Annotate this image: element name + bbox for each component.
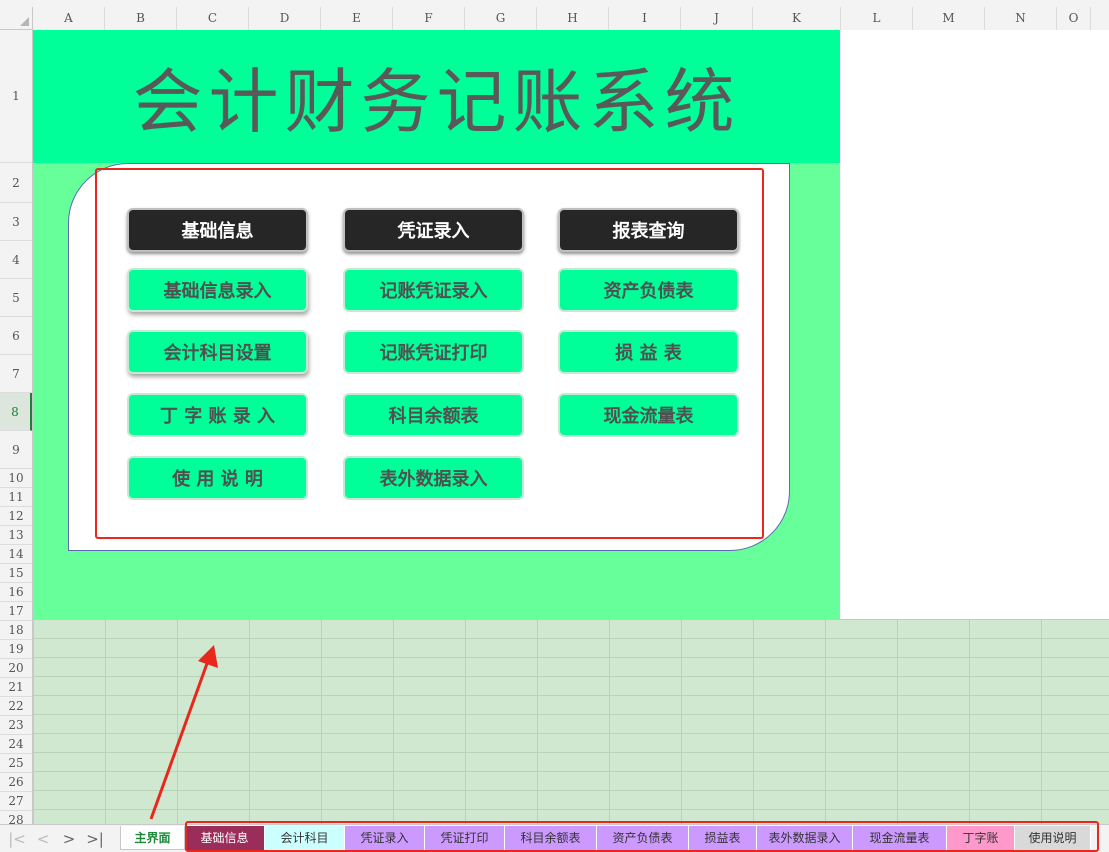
income-statement-button[interactable]: 损 益 表: [558, 330, 739, 374]
row-header-7[interactable]: 7: [0, 355, 32, 393]
row-header-23[interactable]: 23: [0, 716, 32, 735]
last-sheet-icon[interactable]: >|: [82, 825, 108, 852]
row-header-24[interactable]: 24: [0, 735, 32, 754]
column-header-d[interactable]: D: [249, 7, 321, 30]
column-header-l[interactable]: L: [841, 7, 913, 30]
row-header-19[interactable]: 19: [0, 640, 32, 659]
next-sheet-icon[interactable]: >: [56, 825, 82, 852]
row-header-9[interactable]: 9: [0, 431, 32, 469]
row-header-26[interactable]: 26: [0, 773, 32, 792]
sheet-tab[interactable]: 丁字账: [947, 826, 1015, 850]
sheet-tab[interactable]: 资产负债表: [597, 826, 689, 850]
row-header-5[interactable]: 5: [0, 279, 32, 317]
row-header-6[interactable]: 6: [0, 317, 32, 355]
row-header-11[interactable]: 11: [0, 488, 32, 507]
cash-flow-button[interactable]: 现金流量表: [558, 393, 739, 437]
report-query-header-button[interactable]: 报表查询: [558, 208, 739, 252]
select-all-corner[interactable]: [0, 7, 33, 30]
column-header-m[interactable]: M: [913, 7, 985, 30]
off-sheet-data-entry-button[interactable]: 表外数据录入: [343, 456, 524, 500]
row-header-4[interactable]: 4: [0, 241, 32, 279]
sheet-tab[interactable]: 会计科目: [265, 826, 345, 850]
row-header-12[interactable]: 12: [0, 507, 32, 526]
account-subject-setup-button[interactable]: 会计科目设置: [127, 330, 308, 374]
sheet-tab[interactable]: 凭证录入: [345, 826, 425, 850]
voucher-entry-button[interactable]: 记账凭证录入: [343, 268, 524, 312]
sheet-tab[interactable]: 主界面: [120, 826, 185, 850]
balance-sheet-button[interactable]: 资产负债表: [558, 268, 739, 312]
select-all-icon: [20, 17, 29, 26]
sheet-tab[interactable]: 表外数据录入: [757, 826, 853, 850]
column-header-i[interactable]: I: [609, 7, 681, 30]
subject-balance-button[interactable]: 科目余额表: [343, 393, 524, 437]
column-header-a[interactable]: A: [33, 7, 105, 30]
row-headers: 1 2 3 4 5 6 7 8 9 10 11 12 13 14 15 16 17 18 19 20 21 22 23 24 2…: [0, 30, 33, 830]
row-header-2[interactable]: 2: [0, 163, 32, 203]
voucher-entry-header-button[interactable]: 凭证录入: [343, 208, 524, 252]
basic-info-header-button[interactable]: 基础信息: [127, 208, 308, 252]
basic-info-entry-button[interactable]: 基础信息录入: [127, 268, 308, 312]
sheet-tab[interactable]: 使用说明: [1015, 826, 1091, 850]
sheet-tab[interactable]: 科目余额表: [505, 826, 597, 850]
column-header-f[interactable]: F: [393, 7, 465, 30]
prev-sheet-icon[interactable]: <: [30, 825, 56, 852]
title-banner: 会计财务记账系统: [33, 30, 840, 163]
column-header-j[interactable]: J: [681, 7, 753, 30]
sheet-tab-bar: |< < > >| 主界面 基础信息 会计科目 凭证录入 凭证打印 科目余额表 资产负债表损…: [0, 824, 1109, 852]
row-header-20[interactable]: 20: [0, 659, 32, 678]
column-header-b[interactable]: B: [105, 7, 177, 30]
sheet-tab[interactable]: 基础信息: [185, 826, 265, 850]
row-header-3[interactable]: 3: [0, 203, 32, 241]
voucher-print-button[interactable]: 记账凭证打印: [343, 330, 524, 374]
row-header-17[interactable]: 17: [0, 602, 32, 621]
sheet-tab[interactable]: 损益表: [689, 826, 757, 850]
row-header-25[interactable]: 25: [0, 754, 32, 773]
blank-cells-area[interactable]: [840, 30, 1109, 619]
row-header-27[interactable]: 27: [0, 792, 32, 811]
row-header-13[interactable]: 13: [0, 526, 32, 545]
column-header-h[interactable]: H: [537, 7, 609, 30]
row-header-8[interactable]: 8: [0, 393, 32, 431]
column-header-k[interactable]: K: [753, 7, 841, 30]
row-header-15[interactable]: 15: [0, 564, 32, 583]
column-header-n[interactable]: N: [985, 7, 1057, 30]
empty-cell-grid[interactable]: [33, 619, 1109, 824]
sheet-tab[interactable]: 现金流量表: [853, 826, 947, 850]
t-account-entry-button[interactable]: 丁 字 账 录 入: [127, 393, 308, 437]
usage-instructions-button[interactable]: 使 用 说 明: [127, 456, 308, 500]
column-header-g[interactable]: G: [465, 7, 537, 30]
column-header-e[interactable]: E: [321, 7, 393, 30]
row-header-18[interactable]: 18: [0, 621, 32, 640]
first-sheet-icon[interactable]: |<: [4, 825, 30, 852]
row-header-10[interactable]: 10: [0, 469, 32, 488]
row-header-1[interactable]: 1: [0, 30, 32, 163]
column-header-c[interactable]: C: [177, 7, 249, 30]
row-header-16[interactable]: 16: [0, 583, 32, 602]
sheet-tab[interactable]: 凭证打印: [425, 826, 505, 850]
column-headers: ABCDEFGHIJKLMNO: [33, 7, 1109, 31]
system-title: 会计财务记账系统: [132, 61, 741, 143]
row-header-22[interactable]: 22: [0, 697, 32, 716]
row-header-21[interactable]: 21: [0, 678, 32, 697]
row-header-14[interactable]: 14: [0, 545, 32, 564]
column-header-o[interactable]: O: [1057, 7, 1091, 30]
